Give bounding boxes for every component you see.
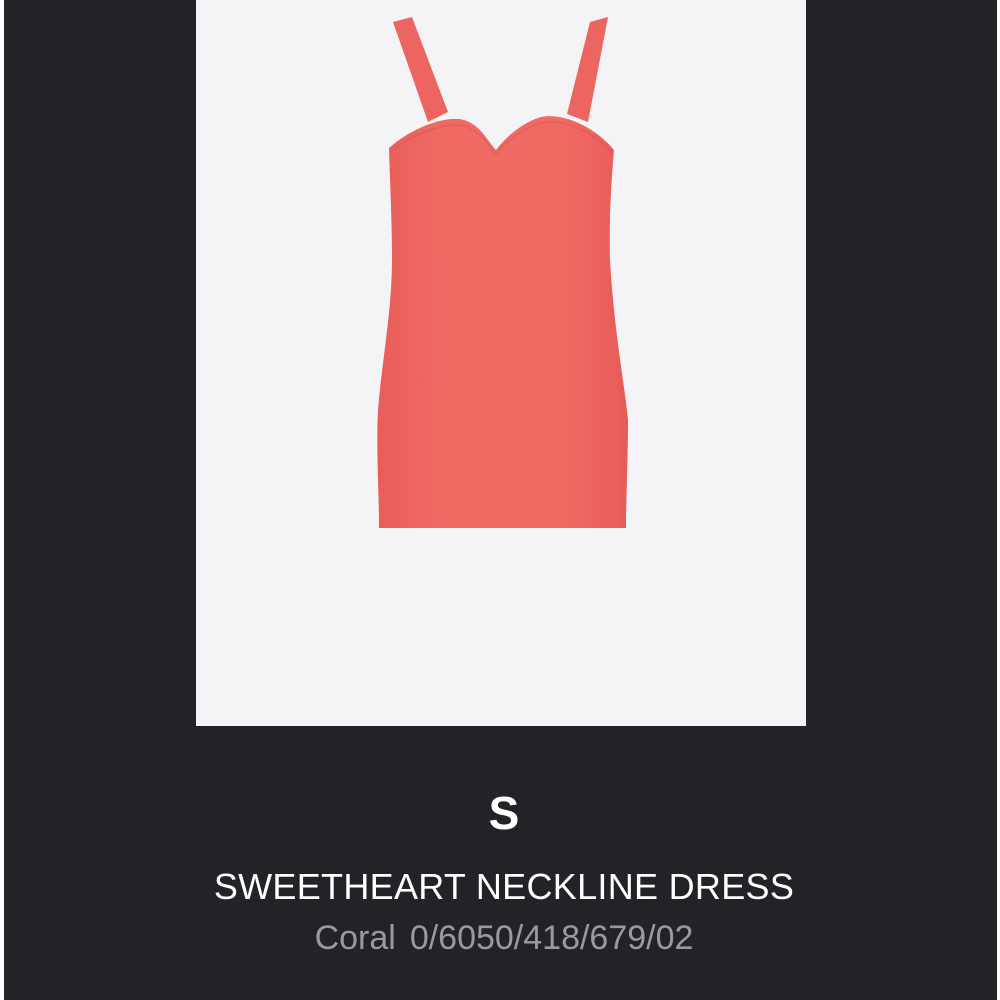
dress-body <box>377 116 628 528</box>
product-meta: Coral 0/6050/418/679/02 <box>4 917 1000 959</box>
color-name: Coral <box>314 919 396 957</box>
product-image[interactable] <box>196 0 806 726</box>
right-strap <box>567 17 608 122</box>
size-label: S <box>488 787 520 839</box>
product-name: SWEETHEART NECKLINE DRESS <box>213 866 795 907</box>
dress-illustration <box>377 17 628 528</box>
product-reference: 0/6050/418/679/02 <box>409 919 694 957</box>
left-strap <box>393 17 448 122</box>
product-card: S SWEETHEART NECKLINE DRESS Coral 0/6050/… <box>4 0 997 1000</box>
